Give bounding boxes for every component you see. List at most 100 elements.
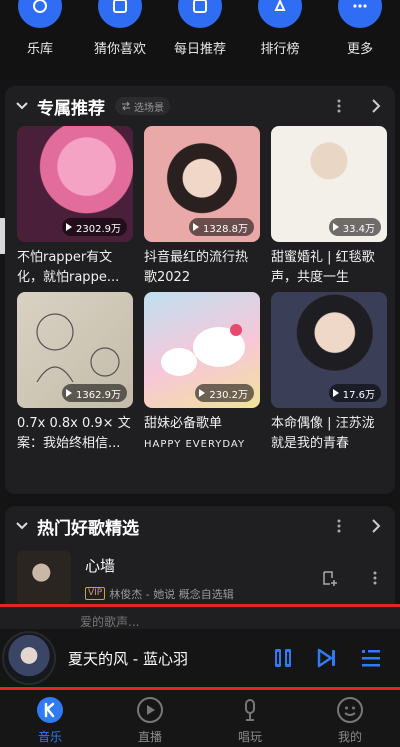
play-count: 1328.8万 [203,223,248,235]
player-bar: 夏天的风 - 蓝心羽 [0,629,400,687]
playlist-card[interactable]: 1328.8万 抖音最红的流行热歌2022 [144,126,260,288]
playlist-title: 不怕rapper有文化，就怕rappe... [17,250,120,285]
chevron-right-icon[interactable] [371,99,381,113]
recommend-section: 专属推荐 选场景 2302.9万 不怕rapper有文化，就怕rappe... … [5,86,395,494]
play-count: 33.4万 [342,223,375,235]
playlist-cover: 33.4万 [271,126,387,242]
quick-nav-guess-like[interactable]: 猜你喜欢 [81,0,159,80]
quick-nav-label: 排行榜 [260,42,300,57]
play-count: 2302.9万 [76,223,121,235]
next-song-peek-title: 爱的歌声... [80,615,140,629]
calendar-icon [178,0,222,28]
next-track-icon[interactable] [316,647,338,669]
tab-profile[interactable]: 我的 [310,690,390,747]
playlist-card[interactable]: 1362.9万 0.7x 0.8x 0.9× 文案：我始终相信... [17,292,133,454]
add-to-playlist-icon[interactable] [321,569,339,587]
play-icon [332,223,339,231]
play-count-badge: 17.6万 [328,384,381,402]
playlist-cover: 230.2万 [144,292,260,408]
tab-sing[interactable]: 唱玩 [210,690,290,747]
quick-nav-ranking[interactable]: 排行榜 [241,0,319,80]
playlist-cover: 1362.9万 [17,292,133,408]
tab-label: 唱玩 [237,730,262,744]
quick-nav-label: 乐库 [26,42,53,57]
next-song-peek: 爱的歌声... [0,607,400,629]
bottom-tab-bar: 音乐 直播 唱玩 我的 [0,690,400,747]
play-icon [199,389,206,397]
player-controls [272,647,400,669]
playlist-title: 甜蜜婚礼 | 红毯歌声，共度一生 [271,250,375,285]
play-icon [332,389,339,397]
more-vertical-icon[interactable] [373,571,377,585]
section-title: 热门好歌精选 [37,518,139,539]
quick-nav-label: 更多 [346,42,373,57]
play-icon [66,389,72,397]
play-count-badge: 33.4万 [328,218,381,236]
chevron-down-icon[interactable] [15,519,29,533]
song-title: 心墙 [85,556,116,575]
chevron-right-icon[interactable] [371,519,381,533]
playlist-cover: 17.6万 [271,292,387,408]
swap-icon [122,101,130,111]
more-vertical-icon[interactable] [337,519,341,533]
play-icon [193,223,199,231]
scene-chip[interactable]: 选场景 [115,97,170,115]
playlist-title-text: 甜妹必备歌单 [144,416,223,431]
scene-chip-label: 选场景 [134,102,164,114]
playlist-cover-text: HAPPY EVERYDAY [144,439,246,450]
play-count: 17.6万 [342,389,375,401]
tab-label: 直播 [137,730,162,744]
more-icon [338,0,382,28]
tab-music[interactable]: 音乐 [10,690,90,747]
play-icon [66,223,72,231]
playlist-title: 本命偶像 | 汪苏泷就是我的青春 [271,416,375,451]
play-count: 1362.9万 [76,389,121,401]
now-playing-title[interactable]: 夏天的风 - 蓝心羽 [68,648,272,669]
playlist-cover: 2302.9万 [17,126,133,242]
profile-icon [337,697,363,723]
playlist-cover: 1328.8万 [144,126,260,242]
hot-songs-header: 热门好歌精选 [5,506,395,546]
library-icon [18,0,62,28]
playlist-title: 甜妹必备歌单 HAPPY EVERYDAY [144,414,260,454]
song-row[interactable]: 心墙 VIP 林俊杰 - 她说 概念自选辑 [5,546,395,606]
playlist-queue-icon[interactable] [360,647,382,669]
song-cover [17,551,71,605]
playlist-card[interactable]: 230.2万 甜妹必备歌单 HAPPY EVERYDAY [144,292,260,454]
song-meta: VIP 林俊杰 - 她说 概念自选辑 [85,586,321,602]
play-count-badge: 230.2万 [195,384,254,402]
music-k-icon [37,697,63,723]
tab-live[interactable]: 直播 [110,690,190,747]
now-playing-cover[interactable] [2,631,56,685]
ranking-icon [258,0,302,28]
vip-badge: VIP [85,587,106,600]
play-count: 230.2万 [209,389,248,401]
playlist-grid: 2302.9万 不怕rapper有文化，就怕rappe... 1328.8万 抖… [5,126,395,454]
playlist-title: 0.7x 0.8x 0.9× 文案：我始终相信... [17,416,131,451]
quick-nav-label: 每日推荐 [173,42,226,57]
playlist-card[interactable]: 33.4万 甜蜜婚礼 | 红毯歌声，共度一生 [271,126,387,288]
playlist-title: 抖音最红的流行热歌2022 [144,250,249,285]
more-vertical-icon[interactable] [337,99,341,113]
mic-icon [245,699,255,721]
song-actions [321,569,383,587]
live-icon [137,697,163,723]
section-title: 专属推荐 [37,98,105,119]
playlist-card[interactable]: 2302.9万 不怕rapper有文化，就怕rappe... [17,126,133,288]
recommend-header: 专属推荐 选场景 [5,86,395,126]
play-count-badge: 2302.9万 [62,218,127,236]
mini-player[interactable]: 爱的歌声... 夏天的风 - 蓝心羽 [0,604,400,690]
quick-nav: 乐库 猜你喜欢 每日推荐 排行榜 更多 [0,0,400,80]
play-count-badge: 1362.9万 [62,384,127,402]
tab-label: 音乐 [37,730,62,744]
pause-icon[interactable] [272,647,294,669]
song-artist-album: 林俊杰 - 她说 概念自选辑 [109,587,234,601]
quick-nav-more[interactable]: 更多 [321,0,399,80]
quick-nav-library[interactable]: 乐库 [1,0,79,80]
quick-nav-daily[interactable]: 每日推荐 [161,0,239,80]
playlist-card[interactable]: 17.6万 本命偶像 | 汪苏泷就是我的青春 [271,292,387,454]
chevron-down-icon[interactable] [15,99,29,113]
play-count-badge: 1328.8万 [189,218,254,236]
like-icon [98,0,142,28]
quick-nav-label: 猜你喜欢 [93,42,146,57]
